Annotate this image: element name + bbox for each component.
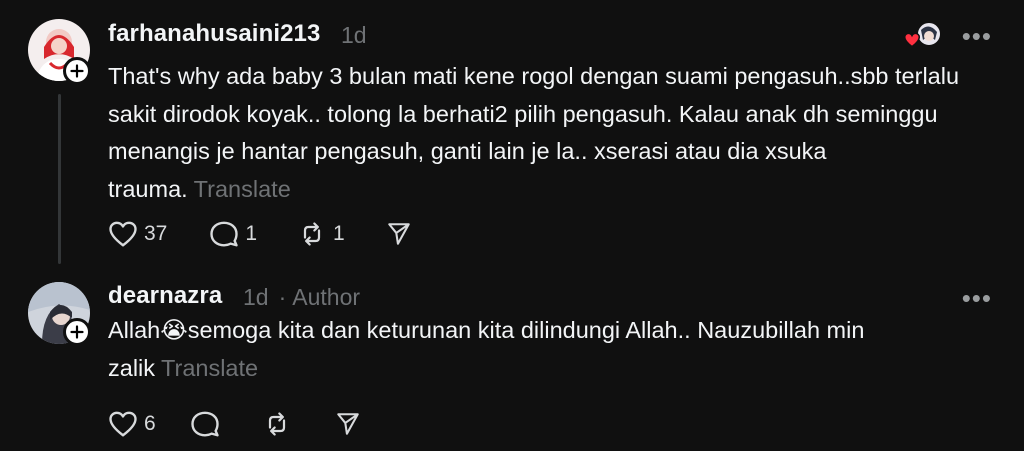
more-options-button[interactable]: ••• [962,285,992,311]
like-count: 37 [144,222,168,245]
author-tag: Author [292,284,361,310]
like-button[interactable]: 6 [108,410,156,438]
send-icon [336,413,359,435]
post-text: That's why ada baby 3 bulan mati kene ro… [108,58,998,208]
send-icon [387,223,410,245]
heart-icon [109,411,137,437]
plus-icon [70,325,84,339]
plus-icon [70,64,84,78]
share-button[interactable] [334,411,362,437]
username[interactable]: dearnazra [108,282,222,310]
timestamp: 1d [341,22,367,48]
separator: · [278,284,287,310]
translate-link[interactable]: Translate [194,176,291,202]
post-text: Allah😭semoga kita dan keturunan kita dil… [108,312,998,387]
thread-line [58,94,61,264]
repost-count: 1 [333,222,345,245]
share-button[interactable] [385,221,413,247]
repost-icon [303,222,321,246]
reply-button[interactable]: 1 [209,220,257,248]
follow-button[interactable] [63,318,91,346]
action-bar: 37 1 1 [108,219,413,249]
like-button[interactable]: 37 [108,220,167,248]
post-meta: 1d · Author [243,284,360,311]
comment-icon [210,221,239,247]
heart-icon [903,32,921,48]
reply-button[interactable] [190,410,220,438]
reply-post: farhanahusaini213 1d ••• That's why ada … [0,0,1024,270]
repost-button[interactable]: 1 [297,220,345,248]
author-liked-indicator [903,20,943,50]
reply-count: 1 [245,222,258,245]
action-bar: 6 [108,409,362,439]
more-options-button[interactable]: ••• [962,23,992,49]
timestamp: 1d [243,284,269,310]
comment-icon [191,411,219,437]
heart-icon [109,221,137,247]
follow-button[interactable] [63,57,91,85]
repost-button[interactable] [262,410,292,438]
reply-post: dearnazra 1d · Author ••• Allah😭semoga kit… [0,270,1024,451]
like-count: 6 [144,412,156,435]
repost-icon [268,412,285,436]
translate-link[interactable]: Translate [161,355,258,381]
username[interactable]: farhanahusaini213 [108,20,320,48]
